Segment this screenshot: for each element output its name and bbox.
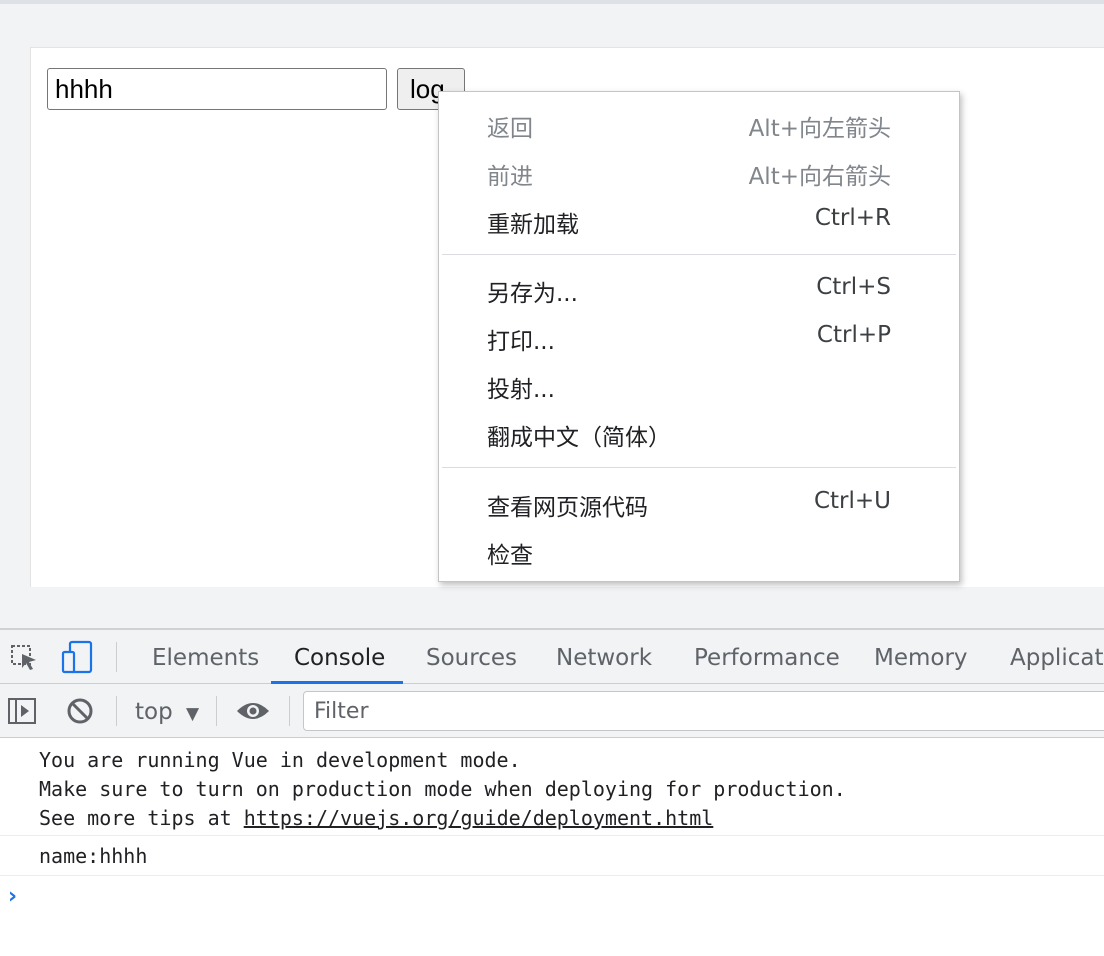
vue-deployment-link[interactable]: https://vuejs.org/guide/deployment.html: [244, 806, 714, 830]
menu-item-translate[interactable]: 翻成中文（简体）: [439, 410, 959, 458]
toolbar-divider: [116, 696, 117, 726]
menu-label: 另存为...: [487, 281, 578, 307]
menu-label: 前进: [487, 164, 533, 190]
eye-icon[interactable]: [235, 698, 271, 728]
tab-performance[interactable]: Performance: [694, 630, 840, 684]
console-toolbar: top ▼: [0, 684, 1104, 738]
tab-network[interactable]: Network: [556, 630, 652, 684]
menu-label: 返回: [487, 116, 533, 142]
menu-shortcut: Alt+向左箭头: [748, 116, 891, 142]
dropdown-arrow-icon: ▼: [186, 704, 200, 724]
context-selector[interactable]: top ▼: [135, 684, 199, 738]
console-line: You are running Vue in development mode.: [39, 748, 521, 772]
toolbar-divider: [289, 696, 290, 726]
console-text: See more tips at: [39, 806, 244, 830]
tab-application[interactable]: Applicati: [1010, 630, 1104, 684]
menu-label: 检查: [487, 543, 533, 569]
menu-item-view-source[interactable]: 查看网页源代码 Ctrl+U: [439, 480, 959, 528]
toolbar-divider: [116, 642, 117, 672]
device-toolbar-icon[interactable]: [60, 640, 94, 678]
menu-shortcut: Ctrl+P: [816, 322, 891, 348]
devtools-tab-bar: Elements Console Sources Network Perform…: [0, 630, 1104, 684]
menu-label: 打印...: [487, 329, 555, 355]
console-prompt-icon[interactable]: ›: [8, 884, 17, 909]
context-value: top: [135, 699, 173, 725]
menu-label: 查看网页源代码: [487, 495, 648, 521]
console-message-vue: You are running Vue in development mode.…: [0, 738, 1104, 836]
tab-sources[interactable]: Sources: [426, 630, 517, 684]
menu-item-forward[interactable]: 前进 Alt+向右箭头: [439, 149, 959, 197]
menu-label: 重新加载: [487, 212, 579, 238]
menu-item-save-as[interactable]: 另存为... Ctrl+S: [439, 266, 959, 314]
sidebar-toggle-icon[interactable]: [7, 697, 37, 729]
inspect-element-icon[interactable]: [10, 644, 40, 676]
tab-memory[interactable]: Memory: [874, 630, 968, 684]
menu-shortcut: Alt+向右箭头: [748, 164, 891, 190]
menu-shortcut: Ctrl+U: [813, 488, 891, 514]
tab-console[interactable]: Console: [294, 630, 385, 684]
menu-item-inspect[interactable]: 检查: [439, 528, 959, 576]
menu-item-cast[interactable]: 投射...: [439, 362, 959, 410]
menu-shortcut: Ctrl+R: [814, 205, 891, 231]
clear-console-icon[interactable]: [66, 697, 94, 729]
menu-item-print[interactable]: 打印... Ctrl+P: [439, 314, 959, 362]
console-output: You are running Vue in development mode.…: [0, 738, 1104, 956]
menu-label: 翻成中文（简体）: [487, 425, 671, 451]
console-log-text: name:hhhh: [39, 844, 148, 868]
menu-item-reload[interactable]: 重新加载 Ctrl+R: [439, 197, 959, 245]
console-line-tips: See more tips at https://vuejs.org/guide…: [39, 804, 713, 833]
console-line: Make sure to turn on production mode whe…: [39, 777, 846, 801]
context-menu: 返回 Alt+向左箭头 前进 Alt+向右箭头 重新加载 Ctrl+R 另存为.…: [438, 91, 960, 582]
menu-shortcut: Ctrl+S: [816, 274, 891, 300]
console-message-log: name:hhhh: [0, 836, 1104, 876]
menu-label: 投射...: [487, 377, 555, 403]
menu-separator: [442, 467, 956, 468]
filter-input[interactable]: [303, 691, 1104, 731]
toolbar-divider: [216, 696, 217, 726]
name-input[interactable]: [47, 68, 387, 110]
menu-item-back[interactable]: 返回 Alt+向左箭头: [439, 101, 959, 149]
tab-elements[interactable]: Elements: [152, 630, 259, 684]
menu-separator: [442, 254, 956, 255]
